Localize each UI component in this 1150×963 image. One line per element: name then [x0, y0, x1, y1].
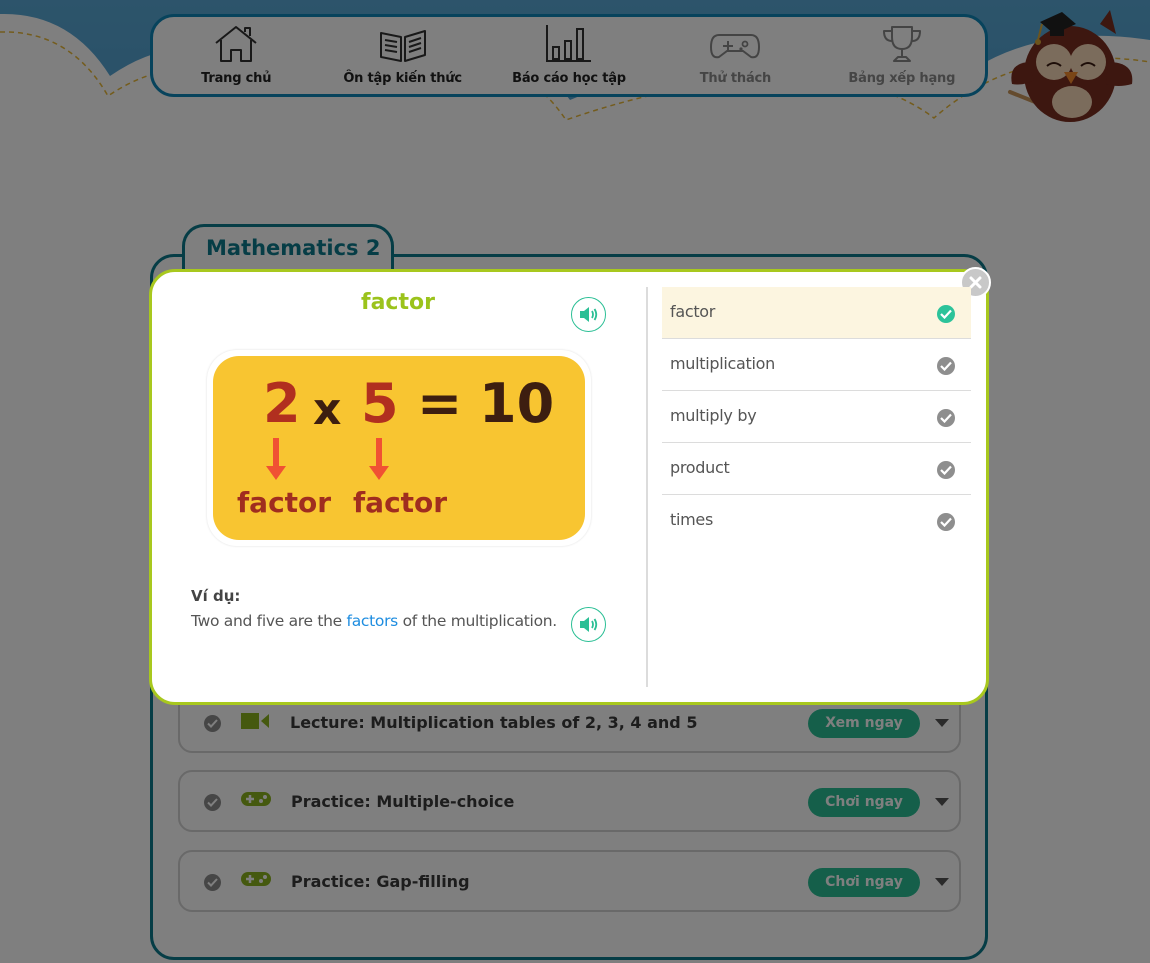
speaker-icon — [580, 617, 598, 632]
check-circle-icon — [937, 409, 955, 427]
check-circle-icon — [937, 357, 955, 375]
example-text: Two and five are the — [191, 612, 347, 630]
equation-result: 10 — [479, 372, 555, 435]
vocab-word: times — [670, 510, 713, 529]
vocab-word: multiply by — [670, 406, 757, 425]
arrow-down-icon — [369, 438, 389, 480]
check-circle-icon — [937, 461, 955, 479]
word-title: factor — [361, 290, 435, 315]
word-illustration: 2 x 5 = 10 factor factor — [207, 350, 591, 546]
vocab-word: factor — [670, 302, 716, 321]
example-label: Ví dụ: — [191, 587, 241, 605]
vocab-word: multiplication — [670, 354, 775, 373]
example-text: of the multiplication. — [397, 612, 558, 630]
vocab-word: product — [670, 458, 730, 477]
modal-divider — [646, 287, 648, 687]
check-circle-icon — [937, 305, 955, 323]
equation-factor-1: 2 — [263, 372, 301, 435]
word-audio-button[interactable] — [571, 297, 606, 332]
vocab-item[interactable]: factor — [662, 287, 971, 339]
vocab-item[interactable]: times — [662, 495, 971, 547]
equation-factor-2: 5 — [361, 372, 399, 435]
vocab-list: factor multiplication multiply by produc… — [662, 287, 971, 547]
equation-equals: = — [417, 372, 463, 435]
factor-label: factor — [353, 486, 448, 519]
factor-label: factor — [237, 486, 332, 519]
example-audio-button[interactable] — [571, 607, 606, 642]
speaker-icon — [580, 307, 598, 322]
example-sentence: Two and five are the factors of the mult… — [191, 612, 557, 630]
check-circle-icon — [937, 513, 955, 531]
example-highlight: factors — [346, 612, 399, 630]
vocab-item[interactable]: multiplication — [662, 339, 971, 391]
equation-times: x — [313, 384, 342, 435]
vocab-item[interactable]: multiply by — [662, 391, 971, 443]
arrow-down-icon — [266, 438, 286, 480]
vocab-item[interactable]: product — [662, 443, 971, 495]
